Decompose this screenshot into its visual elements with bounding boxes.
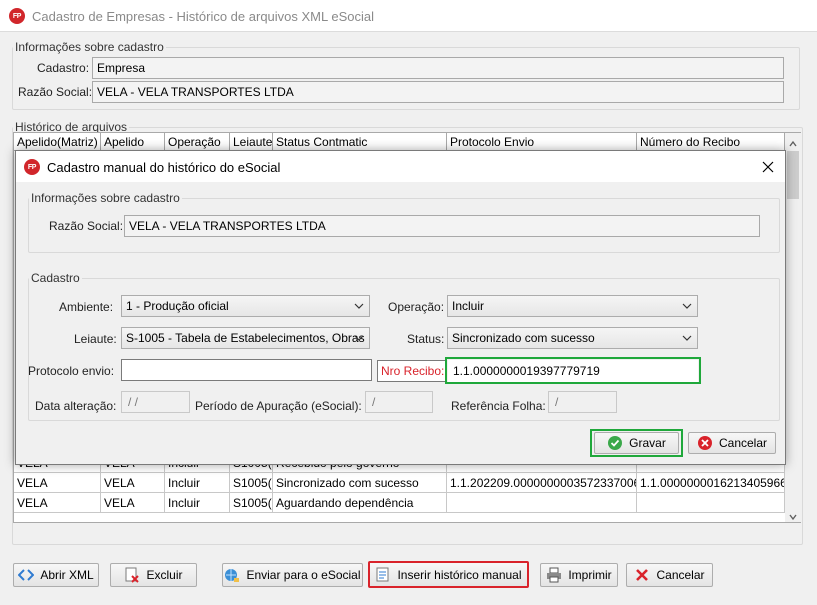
leiaute-value: S-1005 - Tabela de Estabelecimentos, Obr… bbox=[126, 331, 365, 345]
abrir-xml-button[interactable]: Abrir XML bbox=[13, 563, 99, 587]
scroll-up-icon[interactable] bbox=[789, 137, 797, 147]
enviar-esocial-button[interactable]: Enviar para o eSocial bbox=[222, 563, 363, 587]
referencia-folha-label: Referência Folha: bbox=[451, 399, 546, 413]
nro-recibo-label: Nro Recibo: bbox=[377, 360, 447, 382]
table-cell: S1005(E bbox=[230, 473, 273, 493]
table-cell bbox=[447, 493, 637, 513]
close-icon[interactable] bbox=[760, 159, 776, 175]
table-row[interactable]: VELA VELA Incluir S1005(E Sincronizado c… bbox=[14, 473, 785, 493]
protocolo-envio-label: Protocolo envio: bbox=[28, 364, 115, 378]
table-cell: VELA bbox=[101, 493, 165, 513]
chevron-down-icon bbox=[682, 332, 692, 346]
excluir-button[interactable]: Excluir bbox=[110, 563, 197, 587]
table-cell: S1005(E bbox=[230, 493, 273, 513]
table-cell: 1.1.0000000016213405966 bbox=[637, 473, 785, 493]
razao-social-field: VELA - VELA TRANSPORTES LTDA bbox=[92, 81, 784, 103]
abrir-xml-label: Abrir XML bbox=[40, 568, 94, 582]
send-globe-icon bbox=[224, 567, 240, 583]
excluir-label: Excluir bbox=[146, 568, 183, 582]
referencia-folha-input[interactable]: / bbox=[548, 391, 617, 413]
column-header[interactable]: Operação bbox=[165, 133, 230, 151]
gravar-button[interactable]: Gravar bbox=[594, 432, 679, 454]
app-logo: FP bbox=[9, 8, 25, 24]
periodo-apuracao-label: Período de Apuração (eSocial): bbox=[195, 399, 362, 413]
data-alteracao-label: Data alteração: bbox=[35, 399, 117, 413]
operacao-select[interactable]: Incluir bbox=[447, 295, 698, 317]
dialog-logo: FP bbox=[24, 159, 40, 175]
status-select[interactable]: Sincronizado com sucesso bbox=[447, 327, 698, 349]
dialog-razao-social-label: Razão Social: bbox=[49, 219, 124, 233]
chevron-down-icon bbox=[354, 300, 364, 314]
vertical-scrollbar[interactable] bbox=[785, 133, 801, 522]
dialog-cancelar-button[interactable]: Cancelar bbox=[688, 432, 776, 454]
delete-doc-icon bbox=[124, 567, 140, 583]
cancel-x-icon bbox=[634, 567, 650, 583]
table-row[interactable]: VELA VELA Incluir S1005(E Aguardando dep… bbox=[14, 493, 785, 513]
scroll-thumb[interactable] bbox=[787, 151, 799, 199]
dialog-cadastro-legend: Cadastro bbox=[31, 271, 80, 285]
inserir-historico-manual-label: Inserir histórico manual bbox=[397, 567, 522, 582]
dialog-cancelar-label: Cancelar bbox=[718, 436, 768, 450]
operacao-label: Operação: bbox=[388, 300, 445, 314]
table-cell: VELA bbox=[101, 473, 165, 493]
cancelar-label: Cancelar bbox=[656, 568, 705, 582]
dialog-info-legend: Informações sobre cadastro bbox=[31, 191, 180, 205]
manual-history-dialog: FP Cadastro manual do histórico do eSoci… bbox=[15, 150, 786, 465]
column-header[interactable]: Status Contmatic bbox=[273, 133, 447, 151]
window-title-bar: FP Cadastro de Empresas - Histórico de a… bbox=[0, 0, 817, 32]
chevron-down-icon bbox=[354, 332, 364, 346]
printer-icon bbox=[546, 567, 562, 583]
column-header[interactable]: Leiaute bbox=[230, 133, 273, 151]
cancel-circle-icon bbox=[697, 435, 713, 451]
operacao-value: Incluir bbox=[452, 299, 485, 313]
insert-doc-icon bbox=[375, 567, 391, 583]
chevron-down-icon bbox=[682, 300, 692, 314]
cadastro-field: Empresa bbox=[92, 57, 784, 79]
ambiente-value: 1 - Produção oficial bbox=[126, 299, 229, 313]
imprimir-button[interactable]: Imprimir bbox=[540, 563, 618, 587]
table-cell: VELA bbox=[14, 473, 101, 493]
scroll-down-icon[interactable] bbox=[789, 510, 797, 521]
check-icon bbox=[607, 435, 623, 451]
inserir-historico-manual-button[interactable]: Inserir histórico manual bbox=[368, 561, 529, 588]
enviar-esocial-label: Enviar para o eSocial bbox=[246, 568, 361, 582]
column-header[interactable]: Número do Recibo bbox=[637, 133, 785, 151]
table-cell: Aguardando dependência bbox=[273, 493, 447, 513]
cancelar-button[interactable]: Cancelar bbox=[626, 563, 713, 587]
data-alteracao-input[interactable]: / / bbox=[121, 391, 190, 413]
gravar-label: Gravar bbox=[629, 436, 666, 450]
column-header[interactable]: Protocolo Envio bbox=[447, 133, 637, 151]
table-cell: Sincronizado com sucesso bbox=[273, 473, 447, 493]
table-cell bbox=[637, 493, 785, 513]
ambiente-label: Ambiente: bbox=[59, 300, 114, 314]
xml-icon bbox=[18, 567, 35, 583]
dialog-title-bar: FP Cadastro manual do histórico do eSoci… bbox=[16, 151, 785, 182]
leiaute-select[interactable]: S-1005 - Tabela de Estabelecimentos, Obr… bbox=[121, 327, 370, 349]
dialog-title: Cadastro manual do histórico do eSocial bbox=[47, 160, 281, 175]
dialog-razao-social-field: VELA - VELA TRANSPORTES LTDA bbox=[124, 215, 760, 237]
imprimir-label: Imprimir bbox=[568, 568, 612, 582]
periodo-apuracao-input[interactable]: / bbox=[365, 391, 433, 413]
ambiente-select[interactable]: 1 - Produção oficial bbox=[121, 295, 370, 317]
column-header[interactable]: Apelido(Matriz) bbox=[14, 133, 101, 151]
table-cell: Incluir bbox=[165, 493, 230, 513]
protocolo-envio-input[interactable] bbox=[121, 359, 372, 381]
leiaute-label: Leiaute: bbox=[74, 332, 117, 346]
table-cell: Incluir bbox=[165, 473, 230, 493]
table-cell: 1.1.202209.0000000003572337006 bbox=[447, 473, 637, 493]
table-cell: VELA bbox=[14, 493, 101, 513]
info-section-legend: Informações sobre cadastro bbox=[15, 40, 164, 54]
cadastro-label: Cadastro: bbox=[37, 61, 90, 75]
status-label: Status: bbox=[407, 332, 445, 346]
status-value: Sincronizado com sucesso bbox=[452, 331, 595, 345]
nro-recibo-input[interactable]: 1.1.0000000019397779719 bbox=[448, 360, 698, 382]
column-header[interactable]: Apelido bbox=[101, 133, 165, 151]
window-title: Cadastro de Empresas - Histórico de arqu… bbox=[32, 9, 374, 24]
razao-social-label: Razão Social: bbox=[18, 85, 93, 99]
